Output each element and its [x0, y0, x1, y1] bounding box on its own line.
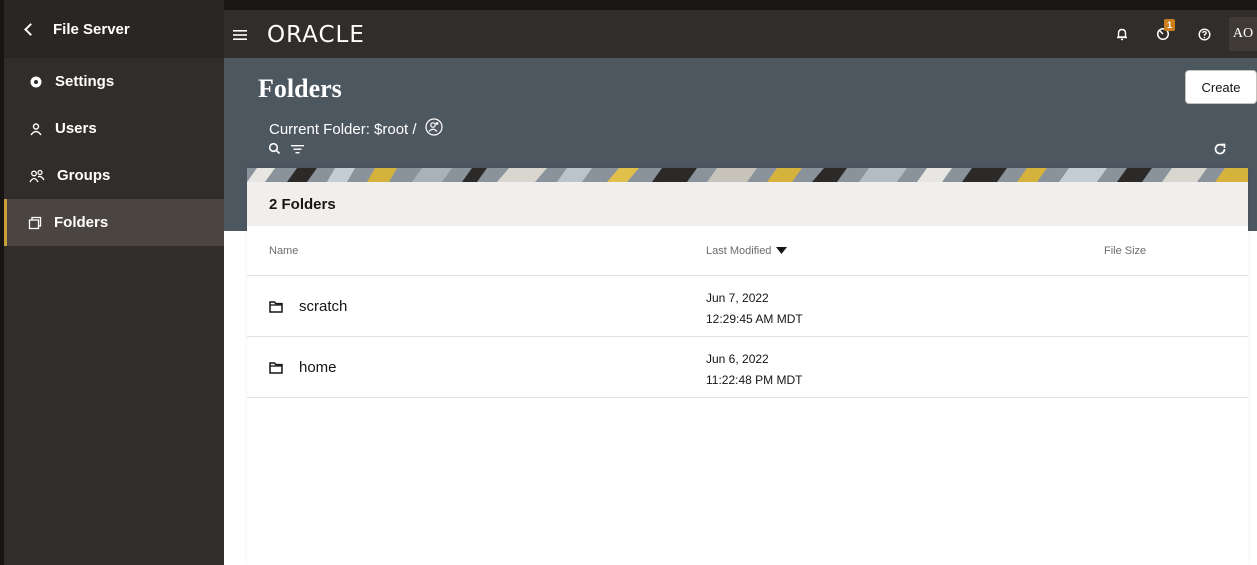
table-row[interactable]: home Jun 6, 2022 11:22:48 PM MDT: [247, 337, 1248, 398]
sidebar-item-folders[interactable]: Folders: [4, 199, 224, 246]
gear-icon: [30, 76, 42, 87]
last-modified-cell: Jun 6, 2022 11:22:48 PM MDT: [706, 349, 802, 391]
modified-time: 12:29:45 AM MDT: [706, 312, 803, 326]
group-icon: [29, 169, 45, 182]
sidebar-item-label: Folders: [54, 214, 109, 231]
back-to-file-server[interactable]: File Server: [4, 0, 224, 58]
modified-date: Jun 7, 2022: [706, 291, 769, 305]
filter-icon[interactable]: [291, 143, 304, 155]
folder-count-header: 2 Folders: [247, 182, 1248, 226]
history-icon[interactable]: 1: [1156, 19, 1176, 41]
last-modified-cell: Jun 7, 2022 12:29:45 AM MDT: [706, 288, 803, 330]
help-icon[interactable]: [1198, 27, 1211, 41]
sidebar-item-label: Settings: [55, 73, 115, 90]
folder-icon: [269, 361, 283, 374]
oracle-logo[interactable]: ORACLE: [267, 22, 365, 48]
sidebar-item-label: Users: [55, 120, 97, 137]
sidebar-item-label: Groups: [57, 167, 111, 184]
refresh-icon[interactable]: [1213, 142, 1227, 161]
sidebar-item-groups[interactable]: Groups: [4, 152, 224, 199]
column-header-file-size[interactable]: File Size: [1104, 245, 1146, 257]
decorative-banner: [247, 168, 1248, 182]
folder-name: home: [299, 359, 337, 376]
sidebar: File Server Settings Users Groups Folder…: [0, 0, 224, 565]
folder-name: scratch: [299, 298, 348, 315]
chevron-left-icon: [24, 22, 37, 36]
bell-icon[interactable]: [1116, 28, 1128, 41]
sort-descending-icon: [776, 247, 788, 254]
modified-time: 11:22:48 PM MDT: [706, 373, 803, 387]
folder-name-cell[interactable]: scratch: [269, 298, 347, 315]
folder-icon: [269, 300, 283, 313]
current-folder-label: Current Folder: $root /: [269, 120, 417, 138]
hamburger-menu-icon[interactable]: [233, 28, 247, 46]
folders-card: 2 Folders Name Last Modified File Size s…: [247, 168, 1248, 565]
folder-name-cell[interactable]: home: [269, 359, 337, 376]
create-button[interactable]: Create: [1185, 70, 1257, 104]
folder-permissions-icon[interactable]: [424, 118, 443, 140]
table-header: Name Last Modified File Size: [247, 226, 1248, 276]
column-header-label: Last Modified: [706, 244, 772, 257]
modified-date: Jun 6, 2022: [706, 352, 769, 366]
folders-icon: [28, 216, 42, 229]
breadcrumb: Current Folder: $root /: [269, 118, 443, 140]
folder-count: 2 Folders: [269, 195, 336, 213]
sidebar-back-label: File Server: [53, 20, 130, 38]
notification-badge: 1: [1164, 19, 1176, 31]
top-bar: ORACLE 1 AO: [224, 0, 1257, 58]
page-title: Folders: [258, 74, 342, 103]
sidebar-item-users[interactable]: Users: [4, 105, 224, 152]
user-icon: [30, 122, 42, 135]
table-row[interactable]: scratch Jun 7, 2022 12:29:45 AM MDT: [247, 276, 1248, 337]
column-header-name[interactable]: Name: [269, 245, 298, 257]
avatar[interactable]: AO: [1229, 17, 1257, 51]
sidebar-item-settings[interactable]: Settings: [4, 58, 224, 105]
column-header-last-modified[interactable]: Last Modified: [706, 244, 788, 257]
search-icon[interactable]: [268, 142, 281, 155]
